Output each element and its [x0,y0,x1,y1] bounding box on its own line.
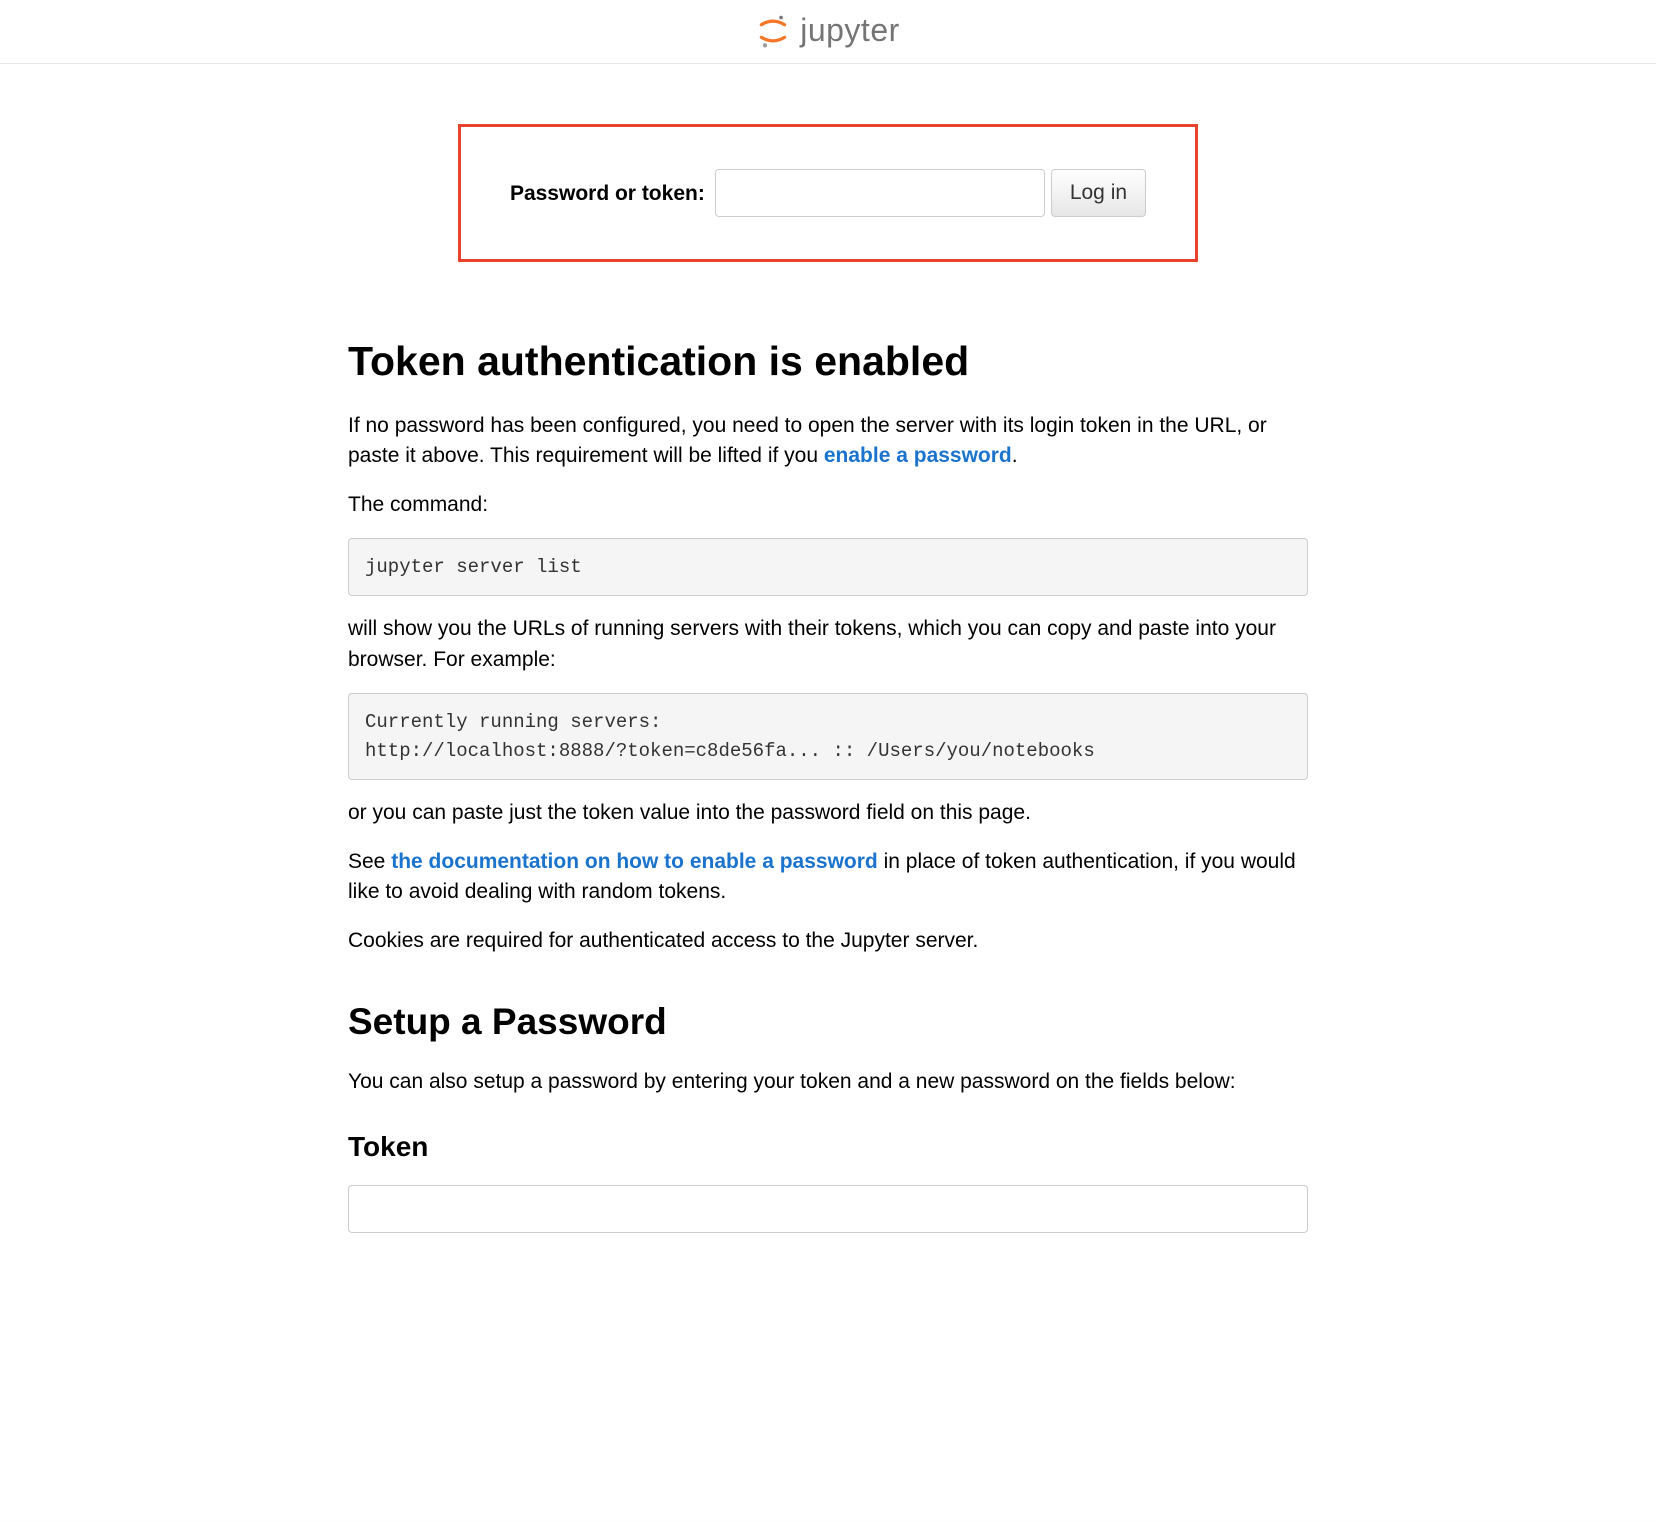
jupyter-logo-icon [756,14,790,48]
paragraph-cookies: Cookies are required for authenticated a… [348,926,1308,956]
header: jupyter [0,0,1656,64]
login-box: Password or token: Log in [458,124,1198,262]
documentation-link[interactable]: the documentation on how to enable a pas… [391,850,878,873]
content: Token authentication is enabled If no pa… [328,332,1328,1322]
login-button[interactable]: Log in [1051,169,1146,217]
code-block-example: Currently running servers: http://localh… [348,693,1308,780]
paragraph-setup: You can also setup a password by enterin… [348,1067,1308,1097]
paragraph-docs: See the documentation on how to enable a… [348,847,1308,908]
jupyter-logo: jupyter [756,8,900,53]
fade-overlay [0,1478,1656,1522]
token-input[interactable] [348,1185,1308,1233]
page-title: Token authentication is enabled [348,332,1308,390]
enable-password-link[interactable]: enable a password [824,444,1012,467]
password-input[interactable] [715,169,1045,217]
paragraph-urls: will show you the URLs of running server… [348,614,1308,675]
paragraph-command-intro: The command: [348,490,1308,520]
password-label: Password or token: [510,179,705,209]
jupyter-logo-text: jupyter [800,8,900,53]
code-block-command: jupyter server list [348,538,1308,597]
token-heading: Token [348,1127,1308,1167]
setup-password-heading: Setup a Password [348,996,1308,1049]
login-section: Password or token: Log in [0,124,1656,262]
paragraph-paste-token: or you can paste just the token value in… [348,798,1308,828]
paragraph-intro: If no password has been configured, you … [348,411,1308,472]
